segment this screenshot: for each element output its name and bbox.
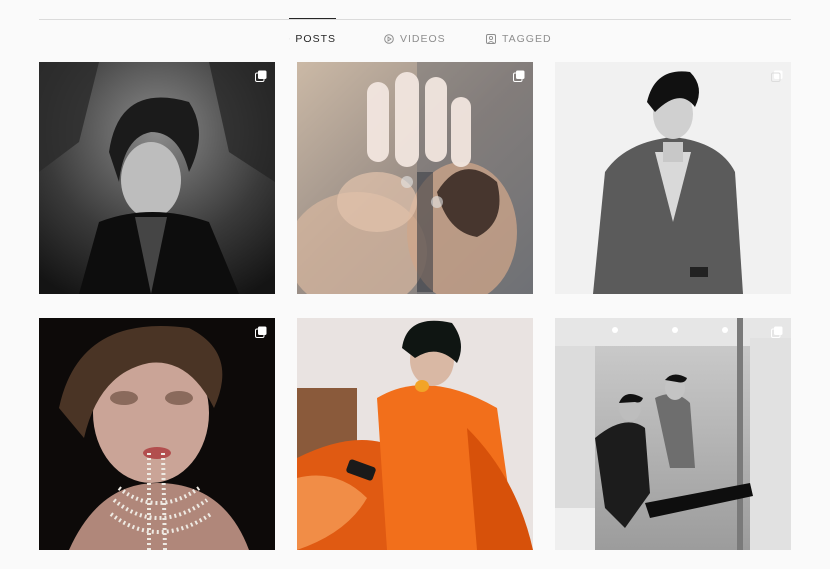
post-tile[interactable] — [39, 62, 275, 294]
tab-tagged[interactable]: TAGGED — [486, 19, 552, 59]
post-photo-pearls-closeup — [39, 318, 275, 550]
carousel-icon — [255, 326, 267, 338]
post-photo-bw-bathroom — [555, 318, 791, 550]
post-tile[interactable] — [555, 62, 791, 294]
post-photo-glass-reflection — [297, 62, 533, 294]
post-tile[interactable] — [297, 318, 533, 550]
tag-icon — [486, 34, 496, 44]
post-photo-bw-outdoor — [39, 62, 275, 294]
profile-tabs: POSTS VIDEOS TAGGED — [0, 18, 830, 59]
carousel-icon — [255, 70, 267, 82]
tab-videos[interactable]: VIDEOS — [384, 19, 446, 59]
carousel-icon — [771, 70, 783, 82]
tab-posts[interactable]: POSTS — [289, 18, 336, 59]
post-tile[interactable] — [39, 318, 275, 550]
play-icon — [384, 34, 394, 44]
post-tile[interactable] — [297, 62, 533, 294]
carousel-icon — [771, 326, 783, 338]
profile-posts-section: POSTS VIDEOS TAGGED — [0, 0, 830, 569]
tab-tagged-label: TAGGED — [502, 33, 552, 45]
post-photo-orange-velvet — [297, 318, 533, 550]
tab-videos-label: VIDEOS — [400, 33, 446, 45]
carousel-icon — [513, 70, 525, 82]
post-photo-bw-suit — [555, 62, 791, 294]
post-tile[interactable] — [555, 318, 791, 550]
tab-posts-label: POSTS — [295, 33, 336, 45]
